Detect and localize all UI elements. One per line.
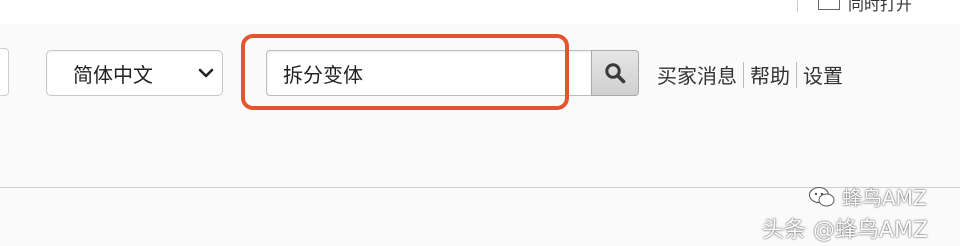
- link-separator: [743, 61, 744, 88]
- watermark-line2: 头条 @蜂鸟AMZ: [762, 218, 929, 243]
- top-bar-link-label: 同时打开: [848, 0, 913, 14]
- link-separator: [796, 61, 797, 88]
- window-icon: [818, 0, 840, 10]
- language-select[interactable]: 简体中文: [46, 50, 223, 96]
- watermark-line1: 蜂鸟AMZ: [842, 186, 927, 210]
- top-bar-link[interactable]: 同时打开: [818, 0, 912, 15]
- search-icon: [605, 63, 626, 84]
- top-divider: [797, 0, 798, 12]
- settings-link[interactable]: 设置: [803, 60, 843, 89]
- watermark-credit: 头条 @蜂鸟AMZ: [762, 212, 928, 244]
- search-button[interactable]: [591, 50, 639, 96]
- wechat-icon: [809, 186, 835, 206]
- top-strip: [0, 0, 960, 24]
- watermark-brand: 蜂鸟AMZ: [808, 182, 927, 211]
- header-links: 买家消息 帮助 设置: [657, 60, 843, 89]
- buyer-messages-link[interactable]: 买家消息: [657, 60, 737, 89]
- chevron-down-icon: [198, 68, 214, 78]
- help-link[interactable]: 帮助: [750, 60, 790, 89]
- language-select-value: 简体中文: [73, 62, 153, 87]
- left-partial-field[interactable]: [0, 48, 9, 96]
- search-highlight-annotation: [241, 34, 569, 110]
